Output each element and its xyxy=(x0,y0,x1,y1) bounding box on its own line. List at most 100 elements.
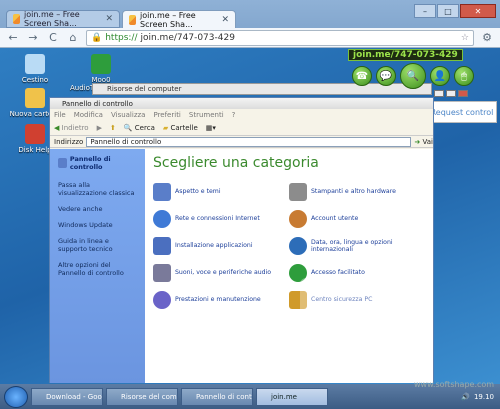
see-also-heading: Vedere anche xyxy=(58,205,103,213)
appearance-icon xyxy=(153,182,171,201)
windows-update-link[interactable]: Windows Update xyxy=(58,221,137,229)
tab-joinme-2[interactable]: join.me – Free Screen Sha... ✕ xyxy=(122,10,236,29)
search-button[interactable]: 🔍 Cerca xyxy=(124,124,155,132)
other-options-link[interactable]: Altre opzioni del Pannello di controllo xyxy=(58,261,137,277)
folder-icon xyxy=(25,88,45,108)
category-network[interactable]: Rete e connessioni Internet xyxy=(153,208,289,229)
category-sounds[interactable]: Suoni, voce e periferiche audio xyxy=(153,262,289,283)
network-globe-icon xyxy=(153,209,171,228)
menu-help[interactable]: ? xyxy=(232,111,236,119)
address-bar[interactable]: 🔒 https:// join.me/747-073-429 ☆ xyxy=(86,29,474,46)
desktop-icon-cestino[interactable]: Cestino xyxy=(8,54,62,84)
home-icon[interactable]: ⌂ xyxy=(66,31,80,45)
tray-volume-icon[interactable]: 🔊 xyxy=(461,393,470,401)
up-folder-icon[interactable]: ⬆ xyxy=(110,124,116,132)
url-path: join.me/747-073-429 xyxy=(140,32,235,43)
help-support-link[interactable]: Guida in linea e supporto tecnico xyxy=(58,237,137,253)
taskbar-item-download[interactable]: Download - Google ... xyxy=(31,387,103,406)
category-label: Stampanti e altro hardware xyxy=(311,188,396,195)
control-panel-titlebar[interactable]: Pannello di controllo xyxy=(50,98,433,109)
menu-strumenti[interactable]: Strumenti xyxy=(189,111,224,119)
chat-icon[interactable]: 💬 xyxy=(376,66,396,86)
category-date-time-language[interactable]: Data, ora, lingua e opzioni internaziona… xyxy=(289,235,419,256)
task-pane-title: Pannello di controllo xyxy=(69,155,111,171)
go-button[interactable]: ➜ Vai xyxy=(414,138,433,146)
control-panel-icon xyxy=(58,158,67,168)
background-window-title: Risorse del computer xyxy=(107,85,182,93)
category-printers[interactable]: Stampanti e altro hardware xyxy=(289,181,419,202)
address-label: Indirizzo xyxy=(54,137,84,146)
mouse-control-icon[interactable]: 🖱 xyxy=(454,66,474,86)
tab-label: join.me – Free Screen Sha... xyxy=(23,10,80,28)
participants-icon[interactable]: 👤 xyxy=(430,66,450,86)
folders-button[interactable]: ▰ Cartelle xyxy=(163,124,198,132)
explorer-toolbar: ◀ Indietro ▶ ⬆ 🔍 Cerca ▰ Cartelle ▦▾ xyxy=(50,120,433,136)
wrench-icon[interactable]: ⚙ xyxy=(480,31,494,45)
watermark-overlay xyxy=(300,278,430,374)
tab-close-icon[interactable]: ✕ xyxy=(105,14,113,24)
page-title: Scegliere una categoria xyxy=(153,155,319,171)
back-arrow-icon: ◀ xyxy=(54,123,60,132)
remote-close-icon[interactable] xyxy=(458,90,468,97)
audio-converter-icon xyxy=(91,54,111,74)
address-field[interactable]: Pannello di controllo xyxy=(86,136,412,147)
folders-label: Cartelle xyxy=(170,123,198,132)
reload-icon[interactable]: C xyxy=(46,31,60,45)
maximize-button[interactable]: □ xyxy=(437,4,459,18)
taskbar-item-risorse[interactable]: Risorse del computer xyxy=(106,387,178,406)
category-label: Suoni, voce e periferiche audio xyxy=(175,269,272,276)
joinme-url-badge: join.me/747-073-429 xyxy=(348,49,463,61)
desktop-icon-label: Disk Help xyxy=(18,146,52,154)
remote-minimize-icon[interactable] xyxy=(434,90,444,97)
bookmark-star-icon[interactable]: ☆ xyxy=(461,33,473,43)
tray-clock[interactable]: 19.10 xyxy=(474,393,494,401)
remote-maximize-icon[interactable] xyxy=(446,90,456,97)
task-pane-header: Pannello di controllo xyxy=(58,155,137,171)
category-label: Installazione applicazioni xyxy=(175,242,253,249)
menu-visualizza[interactable]: Visualizza xyxy=(111,111,145,119)
switch-classic-view-link[interactable]: Passa alla visualizzazione classica xyxy=(58,181,137,197)
install-programs-icon xyxy=(153,236,171,255)
request-control-button[interactable]: Request control xyxy=(427,101,497,123)
category-label: Aspetto e temi xyxy=(175,188,221,195)
joinme-toolbar: ☎ 💬 🔍 👤 🖱 xyxy=(352,62,486,90)
menu-file[interactable]: File xyxy=(54,111,66,119)
category-label: Accesso facilitato xyxy=(311,269,365,276)
tab-joinme-1[interactable]: join.me – Free Screen Sha... ✕ xyxy=(6,10,120,28)
start-button[interactable] xyxy=(4,385,28,408)
window-title: Pannello di controllo xyxy=(62,99,133,108)
category-performance[interactable]: Prestazioni e manutenzione xyxy=(153,289,289,310)
printer-icon xyxy=(289,182,307,201)
watermark-brand: www.softshape.com xyxy=(414,380,495,389)
lock-icon: 🔒 xyxy=(91,32,103,43)
folder-icon: ▰ xyxy=(162,123,169,132)
category-label: Account utente xyxy=(311,215,359,222)
back-button[interactable]: ◀ Indietro xyxy=(54,124,89,132)
menu-preferiti[interactable]: Preferiti xyxy=(153,111,180,119)
browser-toolbar: ← → C ⌂ 🔒 https:// join.me/747-073-429 ☆… xyxy=(0,28,500,48)
category-add-remove-programs[interactable]: Installazione applicazioni xyxy=(153,235,289,256)
performance-icon xyxy=(153,290,171,309)
back-arrow-icon[interactable]: ← xyxy=(6,31,20,45)
go-label: Vai xyxy=(422,137,433,146)
recycle-bin-icon xyxy=(25,54,45,74)
tab-close-icon[interactable]: ✕ xyxy=(221,15,229,25)
window-controls: – □ ✕ xyxy=(414,4,496,18)
url-scheme: https:// xyxy=(105,32,138,43)
taskbar-item-pannello[interactable]: Pannello di controllo xyxy=(181,387,253,406)
category-appearance[interactable]: Aspetto e temi xyxy=(153,181,289,202)
forward-arrow-icon[interactable]: → xyxy=(26,31,40,45)
menu-modifica[interactable]: Modifica xyxy=(74,111,103,119)
forward-arrow-icon[interactable]: ▶ xyxy=(97,124,102,132)
disk-help-icon xyxy=(25,124,45,144)
category-user-accounts[interactable]: Account utente xyxy=(289,208,419,229)
category-label: Rete e connessioni Internet xyxy=(175,215,260,222)
minimize-button[interactable]: – xyxy=(414,4,436,18)
close-window-button[interactable]: ✕ xyxy=(460,4,496,18)
desktop-icon-label: Cestino xyxy=(21,76,49,84)
phone-icon[interactable]: ☎ xyxy=(352,66,372,86)
views-icon[interactable]: ▦▾ xyxy=(206,124,216,132)
search-label: Cerca xyxy=(134,123,155,132)
zoom-icon[interactable]: 🔍 xyxy=(400,63,426,89)
taskbar-item-joinme[interactable]: join.me xyxy=(256,387,328,406)
